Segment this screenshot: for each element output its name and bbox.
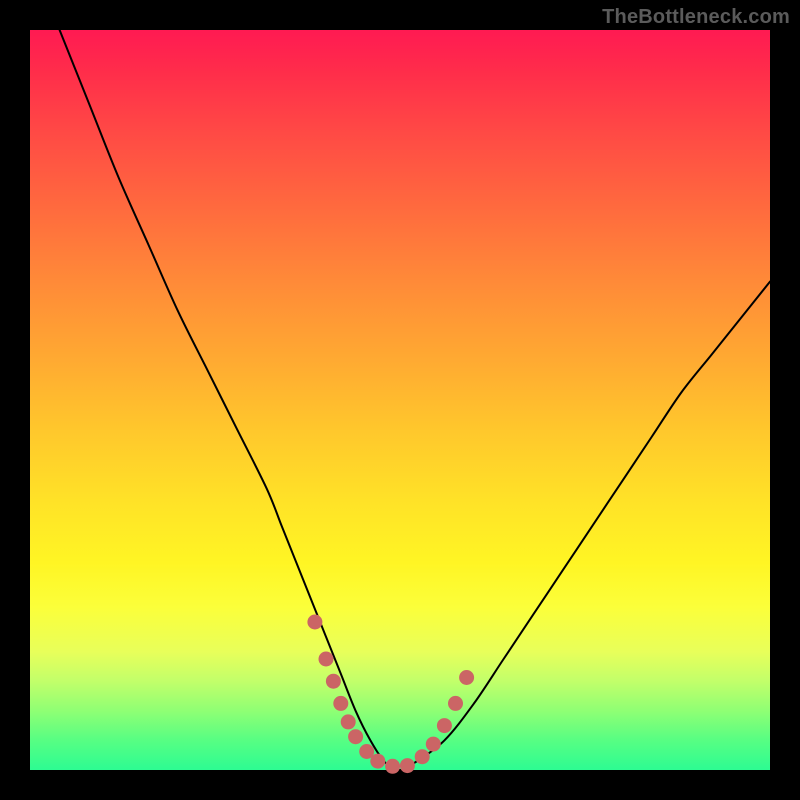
marker-dot xyxy=(348,729,363,744)
watermark-text: TheBottleneck.com xyxy=(602,6,790,29)
marker-dot xyxy=(415,749,430,764)
chart-frame: TheBottleneck.com xyxy=(0,0,800,800)
marker-dot xyxy=(426,737,441,752)
marker-dot xyxy=(448,696,463,711)
marker-dot xyxy=(307,615,322,630)
plot-area xyxy=(30,30,770,770)
marker-dot xyxy=(437,718,452,733)
marker-dot xyxy=(459,670,474,685)
marker-dot xyxy=(319,652,334,667)
marker-group xyxy=(307,615,474,774)
marker-dot xyxy=(333,696,348,711)
marker-dot xyxy=(326,674,341,689)
marker-dot xyxy=(370,754,385,769)
marker-dot xyxy=(341,714,356,729)
marker-dot xyxy=(385,759,400,774)
curve-svg xyxy=(30,30,770,770)
bottleneck-curve xyxy=(30,0,770,770)
marker-dot xyxy=(400,758,415,773)
